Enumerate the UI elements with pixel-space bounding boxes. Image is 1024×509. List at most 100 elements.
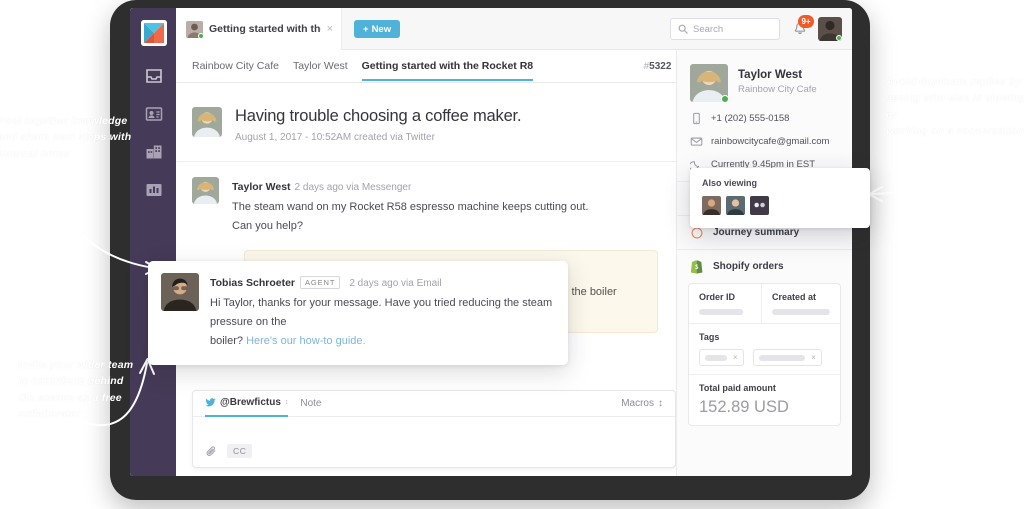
subject-avatar bbox=[192, 107, 222, 137]
reply-author: Tobias Schroeter bbox=[210, 277, 295, 289]
contact-phone: +1 (202) 555-0158 bbox=[711, 113, 790, 124]
reply-line-2: boiler? Here's our how-to guide. bbox=[210, 332, 554, 351]
page-title: Having trouble choosing a coffee maker. bbox=[235, 107, 522, 125]
viewer-avatar-2[interactable] bbox=[726, 196, 745, 215]
chevron-updown-icon[interactable]: ↕ bbox=[285, 399, 289, 406]
composer-tabs: @Brewfictus ↕ Note Macros ↕ bbox=[193, 391, 675, 417]
also-viewing-avatars bbox=[702, 196, 858, 215]
total-paid-label: Total paid amount bbox=[699, 383, 776, 393]
contact-company: Rainbow City Cafe bbox=[738, 84, 817, 95]
cc-button[interactable]: CC bbox=[227, 444, 253, 458]
contact-phone-row[interactable]: +1 (202) 555-0158 bbox=[690, 112, 839, 125]
twitter-icon bbox=[205, 398, 216, 407]
envelope-icon bbox=[690, 137, 703, 146]
annotation-viewing-arrow bbox=[868, 127, 984, 202]
tag-chip[interactable]: × bbox=[699, 349, 744, 366]
journey-summary-label: Journey summary bbox=[713, 227, 800, 238]
shopify-orders-label: Shopify orders bbox=[713, 261, 784, 272]
message-line-1: The steam wand on my Rocket R58 espresso… bbox=[232, 201, 589, 213]
ticket-value: 5322 bbox=[649, 60, 672, 72]
contact-online-dot bbox=[721, 95, 728, 102]
sidebar-item-inbox[interactable] bbox=[142, 64, 166, 88]
annotation-notes-line-2: and share next steps with bbox=[0, 131, 132, 144]
search-input[interactable]: Search bbox=[670, 18, 780, 40]
app-screen: Getting started with the R... × + New Se… bbox=[130, 8, 852, 476]
conversation-tab[interactable]: Getting started with the R... × bbox=[176, 8, 342, 50]
reply-card[interactable]: Tobias Schroeter AGENT 2 days ago via Emai… bbox=[148, 261, 568, 365]
avatar[interactable] bbox=[818, 17, 842, 41]
annotation-viewing-line-2: seeing who else is viewing or bbox=[886, 92, 1024, 121]
shopify-total-row: Total paid amount 152.89 USD bbox=[689, 375, 840, 425]
message-avatar bbox=[192, 177, 219, 204]
composer-tab-note[interactable]: Note bbox=[300, 391, 321, 417]
also-viewing-title: Also viewing bbox=[702, 178, 758, 188]
ticket-number: #5322 bbox=[644, 61, 672, 72]
new-button[interactable]: + New bbox=[354, 20, 401, 38]
front-logo[interactable] bbox=[141, 20, 167, 46]
tab-avatar bbox=[186, 20, 203, 38]
shopify-tags-row: Tags × × bbox=[689, 324, 840, 375]
new-button-label: New bbox=[371, 23, 392, 35]
inbox-icon bbox=[146, 69, 162, 83]
agent-badge: AGENT bbox=[300, 276, 341, 289]
created-at-value-placeholder bbox=[772, 309, 830, 315]
shopify-card: Order ID Created at Tags × × Total paid … bbox=[688, 283, 841, 426]
tag-chip-2[interactable]: × bbox=[753, 349, 822, 366]
search-icon bbox=[678, 24, 688, 34]
breadcrumb-item-contact[interactable]: Taylor West bbox=[293, 60, 348, 72]
annotation-viewing-line-1: Avoid duplicate replies by bbox=[886, 76, 1022, 88]
phone-icon bbox=[693, 112, 700, 125]
annotation-notes: Pool together knowledge and share next s… bbox=[0, 113, 170, 162]
shopify-orders-section[interactable]: Shopify orders bbox=[677, 249, 852, 283]
reply-line-1: Hi Taylor, thanks for your message. Have… bbox=[210, 297, 553, 328]
conversation-meta: August 1, 2017 - 10:52AM created via Twi… bbox=[235, 132, 435, 143]
order-id-cell: Order ID bbox=[689, 284, 762, 323]
viewer-avatar-3[interactable] bbox=[750, 196, 769, 215]
tab-title: Getting started with the R... bbox=[209, 23, 321, 35]
annotation-collaborator-arrow bbox=[84, 358, 155, 427]
close-icon[interactable]: × bbox=[327, 23, 333, 35]
contact-email: rainbowcitycafe@gmail.com bbox=[711, 136, 830, 147]
tab-online-dot bbox=[198, 32, 203, 38]
message-author: Taylor West bbox=[232, 181, 291, 193]
plus-icon: + bbox=[363, 23, 369, 35]
tag-text-placeholder-2 bbox=[759, 354, 806, 361]
composer[interactable]: @Brewfictus ↕ Note Macros ↕ CC bbox=[192, 390, 676, 468]
macros-button[interactable]: Macros ↕ bbox=[621, 398, 663, 409]
how-to-guide-link[interactable]: Here's our how-to guide. bbox=[246, 335, 366, 347]
paperclip-icon[interactable] bbox=[205, 445, 218, 458]
viewer-avatar-1[interactable] bbox=[702, 196, 721, 215]
total-paid-amount: 152.89 USD bbox=[699, 398, 789, 416]
screenshot-root: Getting started with the R... × + New Se… bbox=[0, 0, 1024, 509]
contact-email-row[interactable]: rainbowcitycafe@gmail.com bbox=[690, 135, 839, 148]
order-id-label: Order ID bbox=[699, 292, 736, 302]
reply-avatar bbox=[161, 273, 199, 311]
breadcrumb-item-conversation[interactable]: Getting started with the Rocket R8 bbox=[361, 60, 533, 81]
breadcrumb-item-company[interactable]: Rainbow City Cafe bbox=[192, 60, 279, 72]
contact-avatar bbox=[690, 64, 728, 102]
message-line-2: Can you help? bbox=[232, 219, 303, 232]
shopify-order-row: Order ID Created at bbox=[689, 284, 840, 324]
created-at-label: Created at bbox=[772, 292, 817, 302]
tag-remove-icon-2[interactable]: × bbox=[811, 353, 816, 362]
composer-tab-channel[interactable]: @Brewfictus ↕ bbox=[205, 391, 289, 417]
chevron-updown-icon-macros: ↕ bbox=[658, 398, 663, 409]
message-body: The steam wand on my Rocket R58 espresso… bbox=[232, 198, 588, 236]
contact-header: Taylor West Rainbow City Cafe bbox=[677, 50, 852, 112]
macros-label: Macros bbox=[621, 398, 654, 409]
reply-author-line: Tobias Schroeter AGENT 2 days ago via Emai… bbox=[210, 273, 554, 291]
annotation-notes-line-3: internal notes bbox=[0, 147, 70, 160]
order-id-value-placeholder bbox=[699, 309, 743, 315]
composer-channel-label: @Brewfictus bbox=[220, 397, 281, 408]
tag-remove-icon[interactable]: × bbox=[733, 353, 738, 362]
contact-details: +1 (202) 555-0158 rainbowcitycafe@gmail.… bbox=[677, 112, 852, 171]
shopify-icon bbox=[690, 260, 703, 274]
composer-footer: CC bbox=[205, 444, 253, 458]
conversation-header: Having trouble choosing a coffee maker. … bbox=[176, 83, 676, 162]
message-taylor: Taylor West 2 days ago via Messenger The … bbox=[176, 162, 676, 240]
reply-timestamp: 2 days ago via Email bbox=[349, 278, 442, 289]
message-timestamp: 2 days ago via Messenger bbox=[294, 182, 412, 193]
self-online-dot bbox=[836, 35, 842, 41]
contact-panel: Taylor West Rainbow City Cafe +1 (202) 5… bbox=[676, 50, 852, 476]
notification-badge[interactable]: 9+ bbox=[798, 15, 814, 28]
